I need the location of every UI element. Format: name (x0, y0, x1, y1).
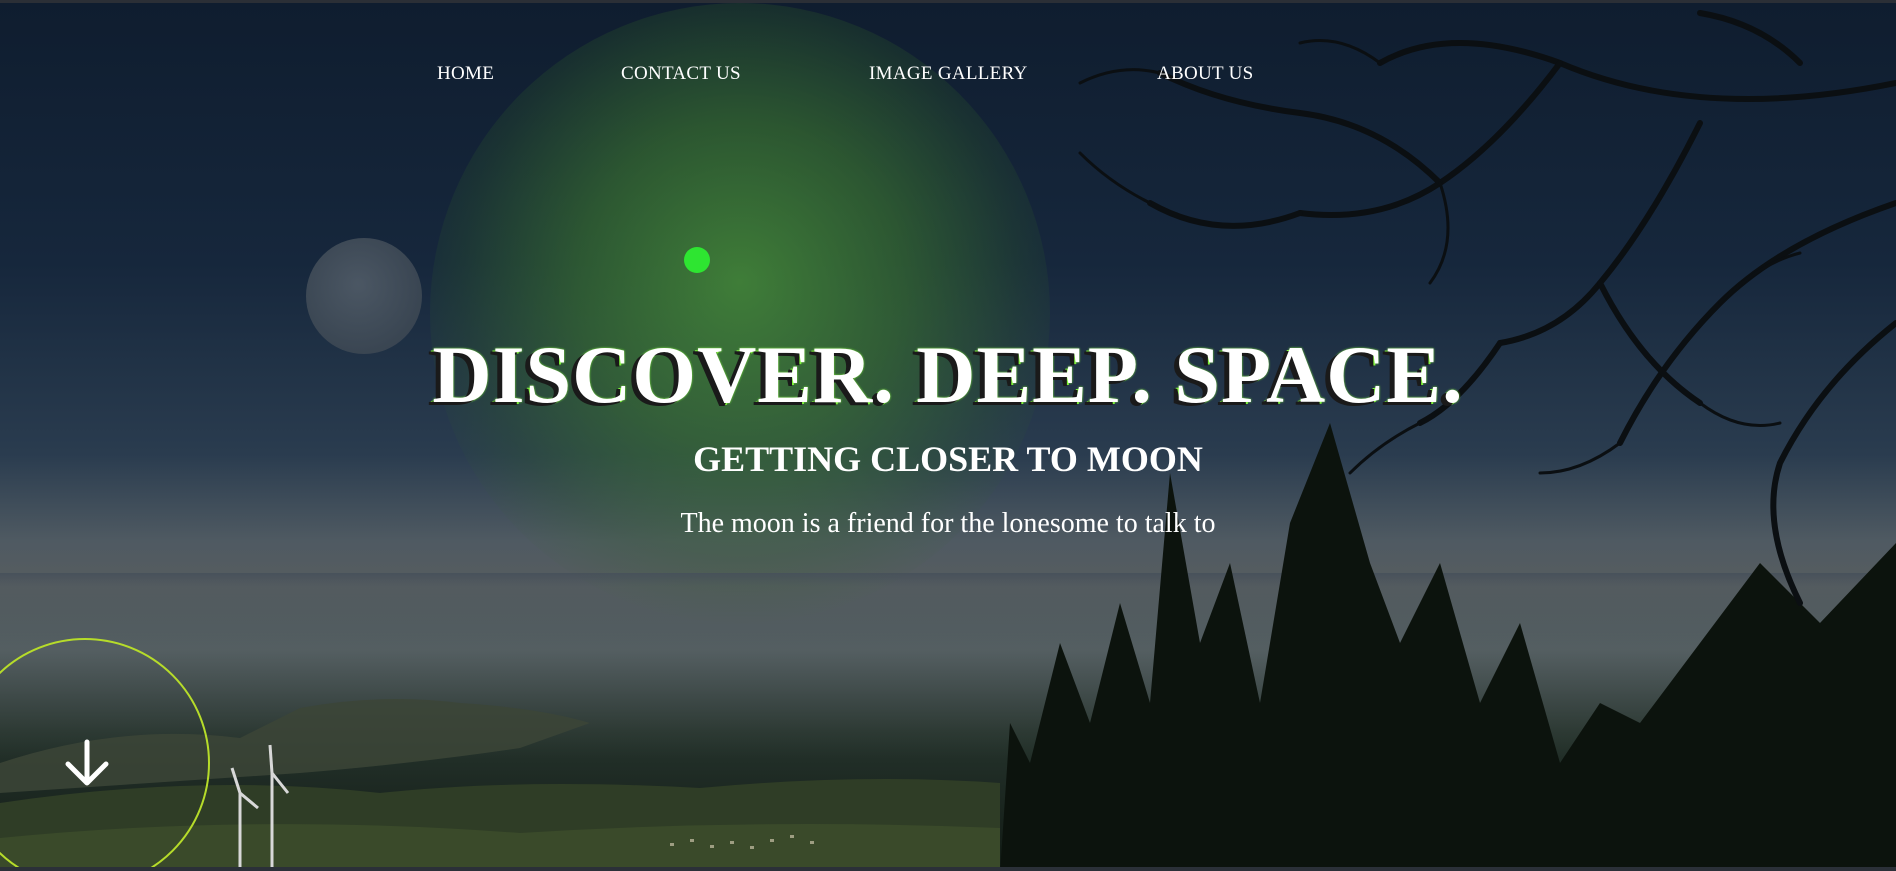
main-nav: HOME CONTACT US IMAGE GALLERY ABOUT US (0, 63, 1896, 93)
hero-subtitle: GETTING CLOSER TO MOON (693, 439, 1203, 479)
bottom-border (0, 867, 1896, 871)
nav-item-about-us[interactable]: ABOUT US (1157, 63, 1254, 85)
nav-item-contact-us[interactable]: CONTACT US (621, 63, 741, 85)
green-indicator-dot (684, 247, 710, 273)
hero-tagline: The moon is a friend for the lonesome to… (680, 508, 1216, 539)
landscape-silhouette (0, 10, 1896, 871)
hero-section: HOME CONTACT US IMAGE GALLERY ABOUT US D… (0, 0, 1896, 871)
hero-headline: DISCOVER. DEEP. SPACE. (432, 329, 1464, 420)
arrow-down-icon (65, 739, 109, 786)
nav-item-home[interactable]: HOME (437, 63, 494, 85)
scroll-down-button[interactable] (62, 738, 112, 788)
nav-item-image-gallery[interactable]: IMAGE GALLERY (869, 63, 1028, 85)
